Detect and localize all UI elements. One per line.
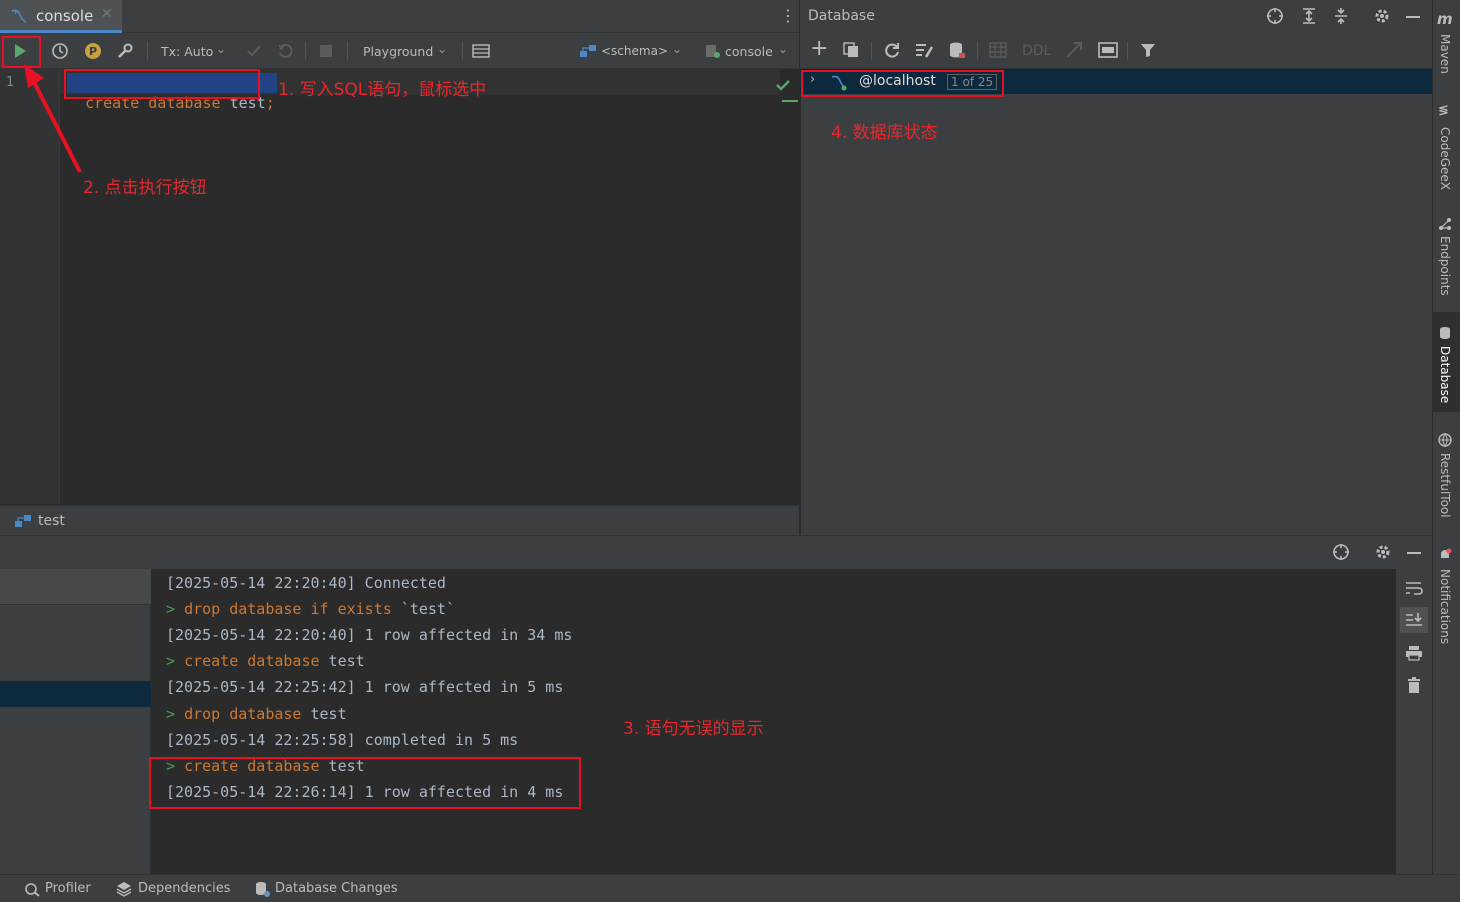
data-source-icon[interactable] <box>948 41 966 59</box>
database-icon <box>1438 326 1452 340</box>
output-line: [2025-05-14 22:20:40] Connected <box>166 574 446 592</box>
inspection-ok-check-icon <box>774 76 792 94</box>
minimize-icon[interactable] <box>1407 552 1421 554</box>
profiler-icon <box>24 881 40 897</box>
database-changes-icon <box>254 881 270 897</box>
collapse-all-icon[interactable] <box>1332 7 1350 25</box>
status-dependencies[interactable]: Dependencies <box>138 881 231 896</box>
properties-icon[interactable] <box>914 41 934 59</box>
tool-window-notifications[interactable]: Notifications <box>1438 569 1452 644</box>
services-tab-bar: test <box>0 505 799 535</box>
history-clock-icon[interactable] <box>50 41 70 61</box>
prompt-marker: > <box>166 705 176 723</box>
query-console-icon[interactable] <box>1098 41 1118 59</box>
mysql-dolphin-icon <box>10 7 28 25</box>
locate-crosshair-icon[interactable] <box>1266 7 1284 25</box>
scroll-to-end-icon[interactable] <box>1400 607 1428 633</box>
annotation-box-connection <box>801 70 1004 97</box>
output-line: > drop database if exists `test` <box>166 600 455 618</box>
add-icon[interactable]: + <box>810 38 828 60</box>
print-icon[interactable] <box>1405 644 1423 662</box>
maven-icon: m <box>1437 10 1453 28</box>
expand-all-icon[interactable] <box>1300 7 1318 25</box>
services-tree-row[interactable] <box>0 569 151 605</box>
session-console-icon <box>703 41 723 61</box>
chevron-down-icon: ⌄ <box>672 42 683 56</box>
chevron-down-icon: ⌄ <box>778 42 789 56</box>
tab-console-label: console <box>36 7 94 25</box>
tool-window-endpoints[interactable]: Endpoints <box>1438 236 1452 296</box>
jump-to-icon[interactable] <box>1065 41 1083 59</box>
output-line: [2025-05-14 22:20:40] 1 row affected in … <box>166 626 573 644</box>
output-side-toolbar <box>1396 569 1432 874</box>
dependencies-icon <box>116 881 132 897</box>
chevron-down-icon: ⌄ <box>437 42 448 56</box>
annotation-text-3: 3. 语句无误的显示 <box>623 719 764 739</box>
status-database-changes[interactable]: Database Changes <box>275 881 398 896</box>
minimize-icon[interactable] <box>1406 16 1420 18</box>
schema-selector[interactable]: <schema> <box>601 44 668 58</box>
tab-console[interactable]: console ✕ <box>0 0 122 33</box>
schema-icon <box>14 512 32 530</box>
services-tree <box>0 569 151 874</box>
annotation-box-sql-statement <box>64 69 260 99</box>
settings-wrench-icon[interactable] <box>115 41 135 61</box>
profile-p-icon[interactable]: P <box>83 41 103 61</box>
annotation-box-output <box>149 757 581 809</box>
globe-icon <box>1438 433 1452 447</box>
rollback-icon[interactable] <box>275 41 295 61</box>
tool-window-maven[interactable]: Maven <box>1438 34 1452 74</box>
sql-semicolon: ; <box>265 94 275 112</box>
services-header <box>0 535 1432 569</box>
codegeex-icon: ≶ <box>1438 103 1449 118</box>
session-selector[interactable]: console <box>725 44 773 59</box>
status-profiler[interactable]: Profiler <box>45 881 91 896</box>
playground-dropdown[interactable]: Playground <box>363 44 433 59</box>
sql-editor[interactable] <box>60 69 799 504</box>
soft-wrap-icon[interactable] <box>1405 579 1423 597</box>
output-line: [2025-05-14 22:25:58] completed in 5 ms <box>166 731 519 749</box>
services-tab-label[interactable]: test <box>38 513 65 529</box>
ddl-button[interactable]: DDL <box>1022 43 1051 59</box>
duplicate-icon[interactable] <box>842 41 860 59</box>
scroll-marker <box>782 100 798 102</box>
annotation-arrow <box>24 64 82 173</box>
locate-crosshair-icon[interactable] <box>1332 543 1350 561</box>
commit-check-icon[interactable] <box>244 41 264 61</box>
prompt-marker: > <box>166 652 176 670</box>
tool-window-restfultool[interactable]: RestfulTool <box>1438 453 1452 518</box>
annotation-text-4: 4. 数据库状态 <box>831 123 938 143</box>
schema-icon <box>578 41 598 61</box>
close-icon[interactable]: ✕ <box>101 6 113 22</box>
tool-window-database[interactable]: Database <box>1438 346 1452 403</box>
filter-icon[interactable] <box>1139 41 1157 59</box>
svg-text:P: P <box>89 45 97 58</box>
prompt-marker: > <box>166 600 176 618</box>
database-panel-title: Database <box>808 8 875 24</box>
editor-toolbar: P Tx: Auto ⌄ Playground ⌄ <schema> ⌄ con… <box>0 33 799 69</box>
output-line: > create database test <box>166 652 365 670</box>
gear-icon[interactable] <box>1374 543 1392 561</box>
table-layout-icon[interactable] <box>471 41 491 61</box>
stop-icon[interactable] <box>316 41 336 61</box>
console-output: [2025-05-14 22:20:40] Connected > drop d… <box>151 569 1396 874</box>
tx-mode-dropdown[interactable]: Tx: Auto <box>161 44 213 59</box>
database-panel-header: Database <box>800 0 1432 33</box>
output-line: [2025-05-14 22:25:42] 1 row affected in … <box>166 678 564 696</box>
trash-icon[interactable] <box>1405 676 1423 694</box>
bell-icon <box>1438 548 1452 562</box>
gear-icon[interactable] <box>1373 7 1391 25</box>
refresh-icon[interactable] <box>883 41 901 59</box>
database-toolbar: + DDL <box>800 33 1432 69</box>
endpoints-icon <box>1438 217 1452 231</box>
more-options-icon[interactable]: ⋮ <box>780 6 796 25</box>
line-number: 1 <box>6 75 14 90</box>
services-tree-selected-row[interactable] <box>0 681 151 707</box>
output-line: > drop database test <box>166 705 347 723</box>
tool-window-codegeex[interactable]: CodeGeeX <box>1438 127 1452 190</box>
annotation-text-1: 1. 写入SQL语句，鼠标选中 <box>278 80 487 100</box>
chevron-down-icon: ⌄ <box>216 42 227 56</box>
annotation-text-2: 2. 点击执行按钮 <box>83 178 207 198</box>
table-grid-icon[interactable] <box>989 41 1007 59</box>
